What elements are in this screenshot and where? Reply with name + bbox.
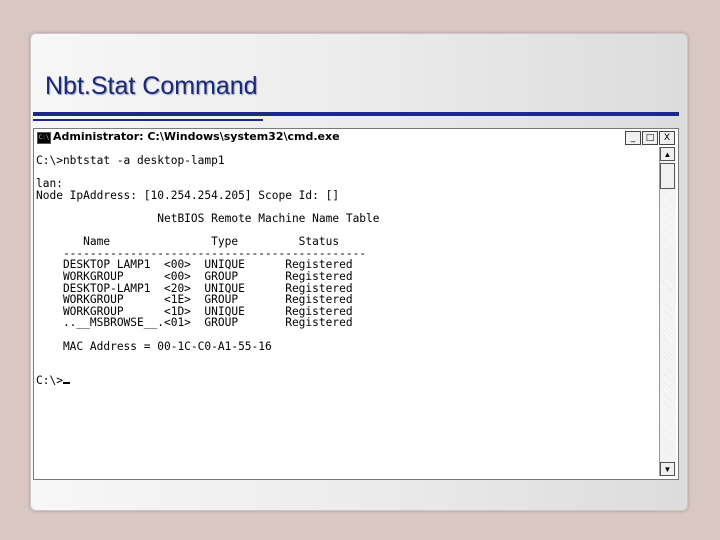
window-titlebar[interactable]: C:\ Administrator: C:\Windows\system32\c…: [34, 129, 678, 147]
window-title: Administrator: C:\Windows\system32\cmd.e…: [53, 130, 340, 143]
console-line: MAC Address = 00-1C-C0-A1-55-16: [36, 339, 272, 353]
title-rule: [33, 112, 679, 116]
console-output[interactable]: C:\>nbtstat -a desktop-lamp1 lan: Node I…: [34, 147, 656, 477]
slide-title: Nbt.Stat Command: [45, 72, 258, 100]
cmd-icon: C:\: [37, 132, 51, 144]
window-controls: _ □ X: [624, 131, 675, 145]
console-text: C:\>nbtstat -a desktop-lamp1 lan: Node I…: [34, 147, 656, 387]
text-cursor: [62, 382, 70, 385]
close-button[interactable]: X: [659, 131, 675, 145]
vertical-scrollbar[interactable]: ▲ ▼: [659, 147, 676, 476]
console-line: C:\>nbtstat -a desktop-lamp1: [36, 154, 225, 167]
console-line: NetBIOS Remote Machine Name Table: [36, 211, 380, 225]
scroll-thumb[interactable]: [660, 163, 675, 189]
cmd-window[interactable]: C:\ Administrator: C:\Windows\system32\c…: [33, 128, 679, 480]
console-line: Node IpAddress: [10.254.254.205] Scope I…: [36, 188, 340, 202]
minimize-button[interactable]: _: [625, 131, 641, 145]
maximize-button[interactable]: □: [642, 131, 658, 145]
console-line: C:\>: [36, 374, 63, 388]
scroll-down-arrow-icon[interactable]: ▼: [660, 462, 675, 476]
scroll-up-arrow-icon[interactable]: ▲: [660, 147, 675, 161]
console-line: ..__MSBROWSE__.<01> GROUP Registered: [36, 316, 353, 330]
title-rule-accent: [33, 119, 263, 121]
